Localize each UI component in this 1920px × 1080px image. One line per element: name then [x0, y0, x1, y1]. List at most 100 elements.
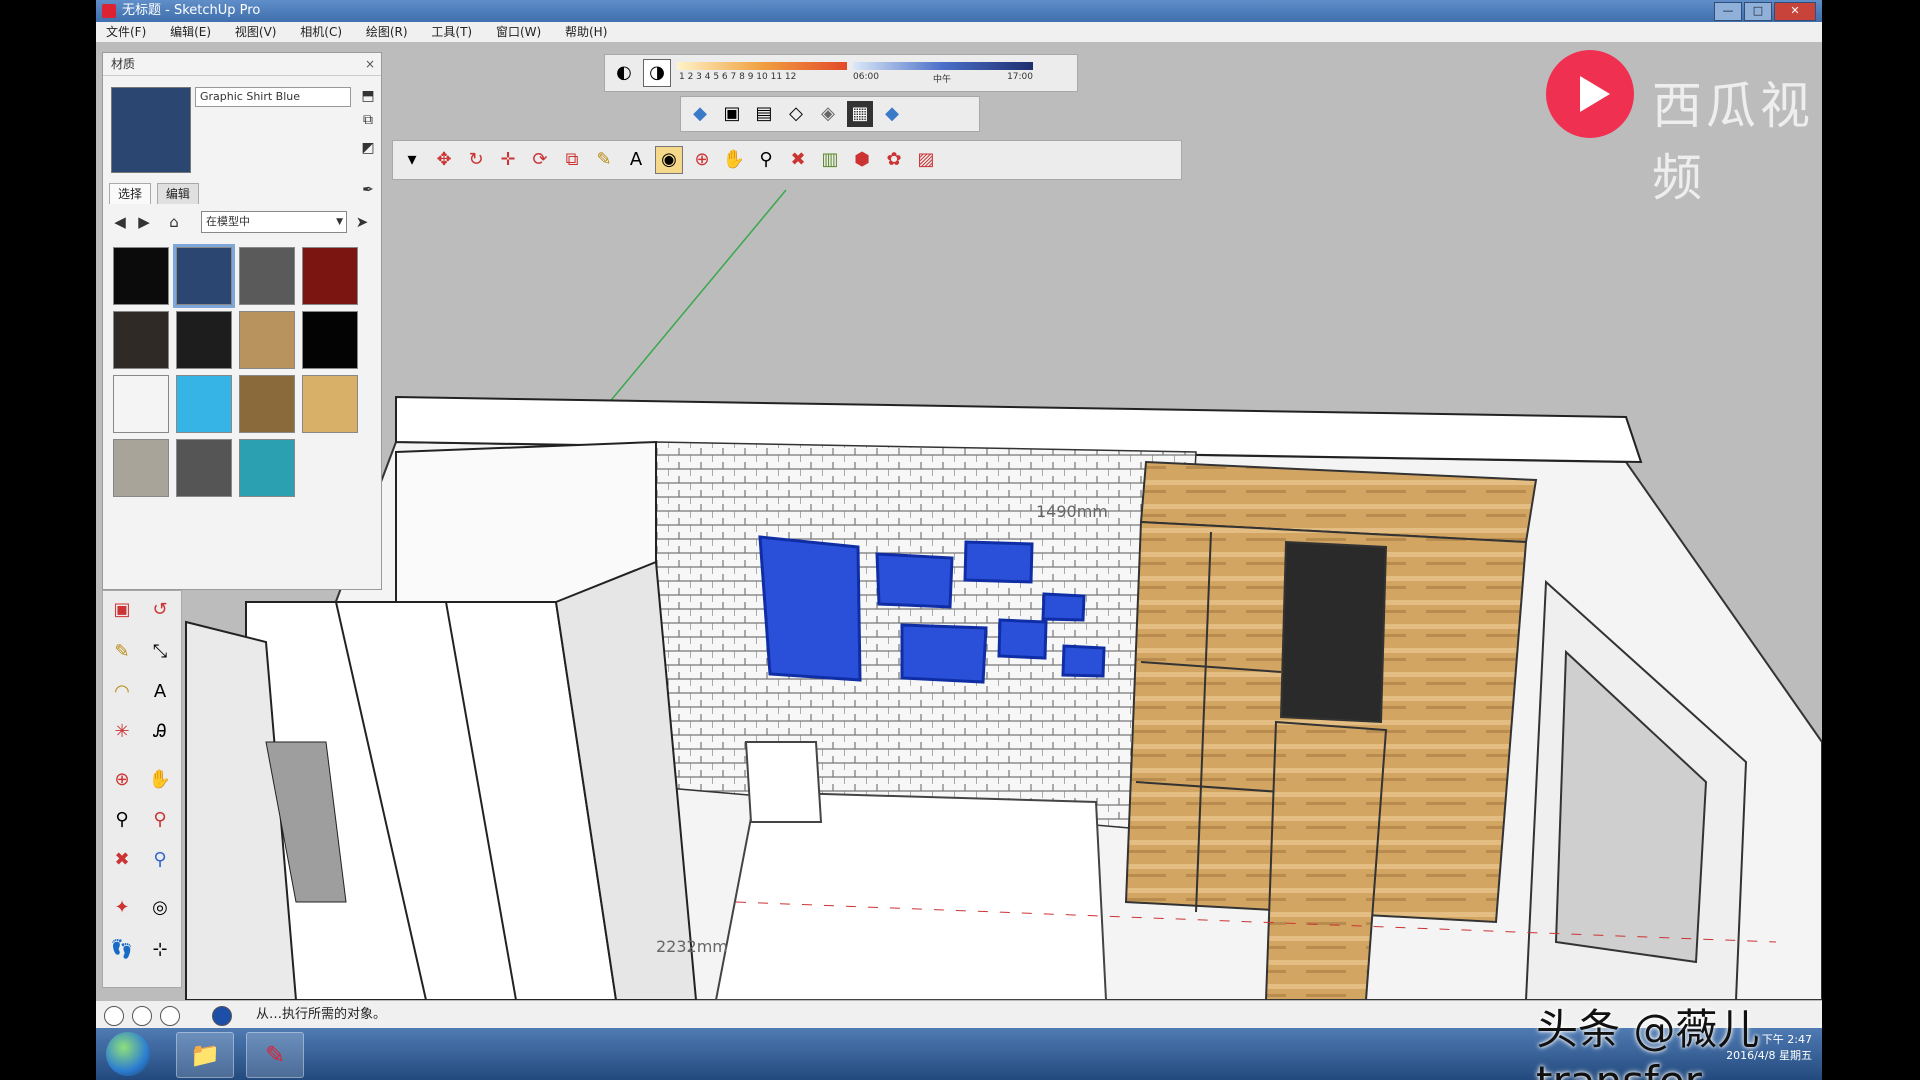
collection-select[interactable]: 在模型中 ▼ [201, 211, 347, 233]
material-swatch[interactable] [239, 375, 295, 433]
pan-icon[interactable]: ✋ [147, 767, 173, 793]
play-icon [1580, 76, 1610, 112]
scale-tool-icon[interactable]: ⧉ [559, 147, 585, 173]
orbit-icon[interactable]: ⊕ [109, 767, 135, 793]
maximize-button[interactable]: □ [1744, 2, 1772, 21]
rotate-tool-icon[interactable]: ⟳ [527, 147, 553, 173]
eyedropper-icon[interactable]: ✒ [359, 181, 377, 199]
help-icon[interactable] [212, 1006, 232, 1026]
dimension-tool-icon[interactable]: ⤡ [147, 639, 173, 665]
details-arrow-icon[interactable]: ➤ [353, 213, 371, 231]
material-name-field[interactable]: Graphic Shirt Blue [195, 87, 351, 107]
pan-tool-icon[interactable]: ✋ [721, 147, 747, 173]
tab-select[interactable]: 选择 [109, 183, 152, 204]
shadow-toggle-icon[interactable]: ◑ [643, 59, 671, 87]
paint-bucket-icon[interactable]: ◉ [655, 146, 683, 174]
shade-preview-icon[interactable]: ◩ [359, 139, 377, 157]
materials-panel-close-button[interactable]: × [365, 53, 375, 75]
share-model-icon[interactable]: ⬢ [849, 147, 875, 173]
minimize-button[interactable]: — [1714, 2, 1742, 21]
geo-location-icon[interactable] [104, 1006, 124, 1026]
material-swatch[interactable] [239, 439, 295, 497]
collapse-arrow-icon[interactable]: ▾ [399, 147, 425, 173]
explorer-taskbar-button[interactable]: 📁 [176, 1032, 234, 1078]
material-swatch[interactable] [239, 247, 295, 305]
menu-view[interactable]: 视图(V) [235, 25, 277, 39]
text-label-icon[interactable]: A [147, 679, 173, 705]
material-nav-row: ◀ ▶ ⌂ 在模型中 ▼ ➤ [109, 211, 373, 233]
push-pull-icon[interactable]: ▣ [109, 597, 135, 623]
xray-style-icon[interactable]: ◇ [783, 101, 809, 127]
menu-help[interactable]: 帮助(H) [565, 25, 607, 39]
look-around-icon[interactable]: ◎ [147, 895, 173, 921]
top-view-icon[interactable]: ▣ [719, 101, 745, 127]
material-swatch[interactable] [239, 311, 295, 369]
move-tool-icon[interactable]: ✥ [431, 147, 457, 173]
extension-icon[interactable]: ▨ [913, 147, 939, 173]
tape-measure-icon[interactable]: ✎ [591, 147, 617, 173]
sketchup-taskbar-button[interactable]: ✎ [246, 1032, 304, 1078]
zoom-extents-icon[interactable]: ✖ [785, 147, 811, 173]
material-swatch[interactable] [176, 311, 232, 369]
menu-bar: 文件(F) 编辑(E) 视图(V) 相机(C) 绘图(R) 工具(T) 窗口(W… [96, 22, 1822, 43]
xigua-logo [1546, 50, 1634, 138]
create-material-icon[interactable]: ⬒ [359, 87, 377, 105]
zoom-icon[interactable]: ⚲ [109, 807, 135, 833]
menu-camera[interactable]: 相机(C) [300, 25, 342, 39]
xigua-watermark-text: 西瓜视频 [1652, 77, 1814, 207]
material-swatch[interactable] [302, 247, 358, 305]
material-tabs: 选择 编辑 [109, 183, 201, 204]
tab-edit[interactable]: 编辑 [156, 183, 199, 204]
text-tool-icon[interactable]: A [623, 147, 649, 173]
shaded-style-icon[interactable]: ◈ [815, 101, 841, 127]
tape-tool-icon[interactable]: ✎ [109, 639, 135, 665]
position-camera-icon[interactable]: ✦ [109, 895, 135, 921]
menu-edit[interactable]: 编辑(E) [170, 25, 211, 39]
dimension-label-bottom: 2232mm [656, 937, 728, 956]
home-icon[interactable]: ⌂ [165, 213, 183, 231]
time-slider[interactable]: 06:00 中午 17:00 [853, 60, 1033, 86]
forward-arrow-icon[interactable]: ▶ [135, 213, 153, 231]
close-button[interactable]: ✕ [1774, 2, 1816, 21]
iso-view-icon[interactable]: ◆ [687, 101, 713, 127]
material-swatch[interactable] [113, 247, 169, 305]
protractor-icon[interactable]: ◠ [109, 679, 135, 705]
material-swatch[interactable] [113, 311, 169, 369]
menu-draw[interactable]: 绘图(R) [366, 25, 408, 39]
material-swatch[interactable] [302, 375, 358, 433]
material-swatch[interactable] [176, 439, 232, 497]
follow-me-tool-icon[interactable]: ↺ [147, 597, 173, 623]
components-icon[interactable]: ✿ [881, 147, 907, 173]
material-swatch[interactable] [113, 375, 169, 433]
zoom-tool-icon[interactable]: ⚲ [753, 147, 779, 173]
back-arrow-icon[interactable]: ◀ [111, 213, 129, 231]
month-slider[interactable]: 1 2 3 4 5 6 7 8 9 10 11 12 [677, 60, 847, 86]
shadow-settings-icon[interactable]: ◐ [611, 60, 637, 86]
material-swatch[interactable] [113, 439, 169, 497]
warehouse-icon[interactable]: ▥ [817, 147, 843, 173]
section-plane-icon[interactable]: ⊹ [147, 937, 173, 963]
walk-icon[interactable]: 👣 [109, 937, 135, 963]
move-icon[interactable]: ✛ [495, 147, 521, 173]
user-icon[interactable] [160, 1006, 180, 1026]
textured-style-icon[interactable]: ▦ [847, 101, 873, 127]
duplicate-material-icon[interactable]: ⧉ [359, 111, 377, 129]
menu-tools[interactable]: 工具(T) [431, 25, 472, 39]
menu-window[interactable]: 窗口(W) [496, 25, 541, 39]
material-swatch[interactable] [176, 375, 232, 433]
orbit-tool-icon[interactable]: ⊕ [689, 147, 715, 173]
3d-text-icon[interactable]: Ꭿ [147, 719, 173, 745]
window-title: 无标题 - SketchUp Pro [122, 3, 261, 18]
follow-me-icon[interactable]: ↻ [463, 147, 489, 173]
material-swatch[interactable] [173, 244, 235, 308]
material-swatch[interactable] [302, 311, 358, 369]
zoom-window-icon[interactable]: ⚲ [147, 807, 173, 833]
monochrome-style-icon[interactable]: ◆ [879, 101, 905, 127]
axes-tool-icon[interactable]: ✳ [109, 719, 135, 745]
menu-file[interactable]: 文件(F) [106, 25, 146, 39]
start-button[interactable] [106, 1032, 150, 1076]
front-view-icon[interactable]: ▤ [751, 101, 777, 127]
previous-view-icon[interactable]: ⚲ [147, 847, 173, 873]
credits-icon[interactable] [132, 1006, 152, 1026]
zoom-extents-left-icon[interactable]: ✖ [109, 847, 135, 873]
